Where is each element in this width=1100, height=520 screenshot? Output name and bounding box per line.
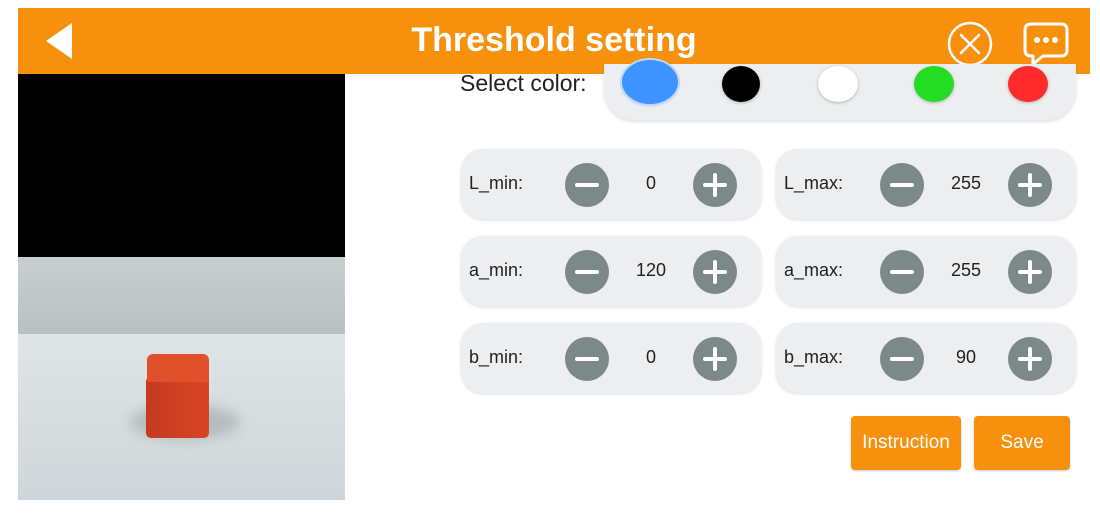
a-max-increase-button[interactable] <box>1008 250 1052 294</box>
plus-icon-vertical <box>1028 260 1032 284</box>
chat-bubble-icon[interactable] <box>1021 18 1071 68</box>
a-max-decrease-button[interactable] <box>880 250 924 294</box>
close-circle-icon[interactable] <box>946 20 994 68</box>
plus-icon-vertical <box>713 347 717 371</box>
preview-wall <box>18 257 345 342</box>
minus-icon <box>890 270 914 274</box>
a-max-label: a_max: <box>784 260 844 280</box>
minus-icon <box>575 183 599 187</box>
l-min-control: L_min: 0 <box>461 149 761 219</box>
color-swatch-red[interactable] <box>1008 66 1048 102</box>
l-max-decrease-button[interactable] <box>880 163 924 207</box>
color-swatch-blue[interactable] <box>622 60 678 104</box>
plus-icon-vertical <box>713 173 717 197</box>
select-color-label: Select color: <box>460 70 587 96</box>
minus-icon <box>890 183 914 187</box>
b-min-control: b_min: 0 <box>461 323 761 393</box>
l-min-label: L_min: <box>469 173 524 193</box>
b-min-increase-button[interactable] <box>693 337 737 381</box>
color-swatch-green[interactable] <box>914 66 954 102</box>
b-min-label: b_min: <box>469 347 524 367</box>
a-min-control: a_min: 120 <box>461 236 761 306</box>
b-min-decrease-button[interactable] <box>565 337 609 381</box>
b-max-control: b_max: 90 <box>776 323 1076 393</box>
b-max-decrease-button[interactable] <box>880 337 924 381</box>
l-min-decrease-button[interactable] <box>565 163 609 207</box>
red-cube <box>146 378 209 438</box>
minus-icon <box>575 270 599 274</box>
save-button[interactable]: Save <box>974 416 1070 470</box>
b-max-value: 90 <box>955 347 977 367</box>
plus-icon-vertical <box>713 260 717 284</box>
a-max-control: a_max: 255 <box>776 236 1076 306</box>
l-max-increase-button[interactable] <box>1008 163 1052 207</box>
l-min-value: 0 <box>645 173 656 193</box>
b-max-label: b_max: <box>784 347 844 367</box>
color-selector <box>604 60 1076 120</box>
a-min-label: a_min: <box>469 260 524 280</box>
b-min-value: 0 <box>645 347 656 367</box>
color-swatch-black[interactable] <box>722 66 760 102</box>
color-swatch-white[interactable] <box>818 66 858 102</box>
l-max-control: L_max: 255 <box>776 149 1076 219</box>
plus-icon-vertical <box>1028 347 1032 371</box>
a-min-increase-button[interactable] <box>693 250 737 294</box>
l-max-label: L_max: <box>784 173 844 193</box>
minus-icon <box>890 357 914 361</box>
a-max-value: 255 <box>950 260 982 280</box>
red-cube-top <box>147 354 209 382</box>
plus-icon-vertical <box>1028 173 1032 197</box>
minus-icon <box>575 357 599 361</box>
camera-preview <box>18 74 345 500</box>
page-title: Threshold setting <box>411 21 697 59</box>
b-max-increase-button[interactable] <box>1008 337 1052 381</box>
a-min-decrease-button[interactable] <box>565 250 609 294</box>
l-max-value: 255 <box>950 173 982 193</box>
l-min-increase-button[interactable] <box>693 163 737 207</box>
a-min-value: 120 <box>635 260 667 280</box>
instruction-button[interactable]: Instruction <box>851 416 961 470</box>
